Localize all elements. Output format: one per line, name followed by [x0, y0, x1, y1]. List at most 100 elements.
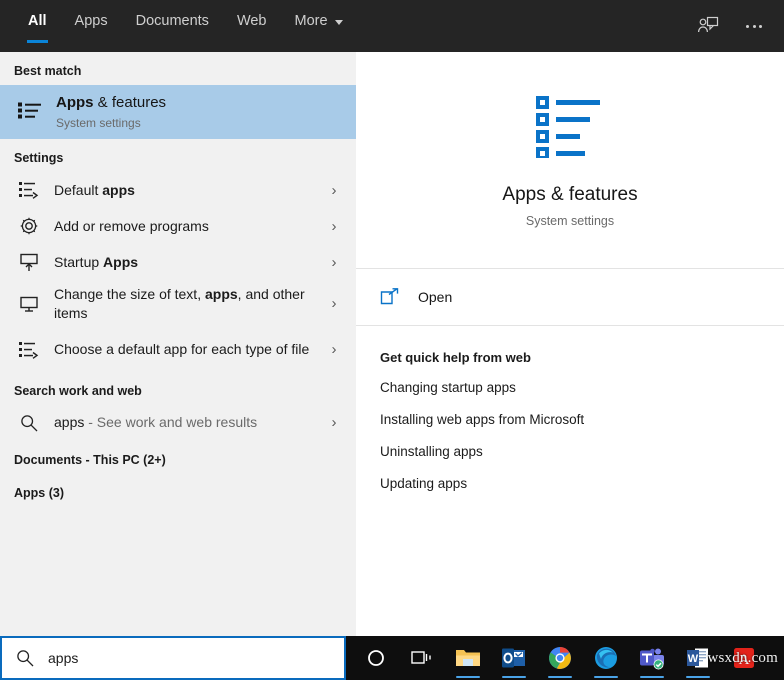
settings-item-change-text-size[interactable]: Change the size of text, apps, and other… [0, 280, 356, 328]
chevron-right-icon: › [324, 218, 344, 235]
search-web-result[interactable]: apps - See work and web results › [0, 405, 356, 441]
list-arrow-icon [14, 335, 44, 365]
label-bold: apps [102, 182, 135, 198]
label-bold: Apps [103, 254, 138, 270]
taskbar-icons: W A [350, 636, 764, 680]
preview-pane: Apps & features System settings Open Get… [356, 52, 784, 636]
settings-item-label: Startup Apps [54, 253, 324, 272]
apps-section-header: Apps (3) [0, 474, 356, 507]
chevron-right-icon: › [324, 414, 344, 431]
list-settings-icon [14, 97, 46, 127]
best-match-title: Apps & features [56, 93, 344, 113]
outlook-icon[interactable] [494, 636, 534, 680]
best-match-result[interactable]: Apps & features System settings [0, 85, 356, 139]
tab-more[interactable]: More [281, 0, 357, 52]
edge-icon[interactable] [586, 636, 626, 680]
settings-header: Settings [0, 139, 356, 172]
search-header: All Apps Documents Web More [0, 0, 784, 52]
settings-item-add-remove-programs[interactable]: Add or remove programs › [0, 208, 356, 244]
file-explorer-icon[interactable] [448, 636, 488, 680]
settings-item-default-apps[interactable]: Default apps › [0, 172, 356, 208]
label-bold: apps [205, 286, 238, 302]
quick-help-section: Get quick help from web Changing startup… [356, 326, 784, 491]
settings-item-label: Change the size of text, apps, and other… [54, 285, 324, 323]
open-action-button[interactable]: Open [356, 269, 784, 325]
results-pane: Best match Apps & features [0, 52, 356, 636]
search-tabs: All Apps Documents Web More [0, 0, 357, 52]
watermark: wsxdn.com [707, 650, 778, 667]
tab-web[interactable]: Web [223, 0, 281, 52]
cortana-icon[interactable] [356, 636, 396, 680]
search-icon [14, 408, 44, 438]
running-indicator [686, 676, 710, 679]
settings-item-choose-default-app[interactable]: Choose a default app for each type of fi… [0, 328, 356, 372]
preview-hero: Apps & features System settings [356, 52, 784, 228]
chevron-right-icon: › [324, 254, 344, 271]
tab-documents-label: Documents [136, 13, 209, 29]
chevron-right-icon: › [324, 182, 344, 199]
tab-all-label: All [28, 13, 47, 29]
svg-text:W: W [688, 653, 699, 665]
running-indicator [640, 676, 664, 679]
more-options-button[interactable] [734, 8, 774, 44]
best-match-text: Apps & features System settings [56, 93, 344, 130]
teams-icon[interactable] [632, 636, 672, 680]
taskbar: apps [0, 636, 784, 680]
tab-apps-label: Apps [75, 13, 108, 29]
quick-help-link-uninstalling-apps[interactable]: Uninstalling apps [380, 444, 784, 459]
label-pre: Change the size of text, [54, 286, 205, 302]
search-web-label: apps - See work and web results [54, 413, 324, 432]
tab-more-label: More [295, 13, 328, 29]
label-pre: Choose a default app for each type of fi… [54, 341, 309, 357]
feedback-button[interactable] [688, 8, 728, 44]
tab-all[interactable]: All [14, 0, 61, 52]
preview-title: Apps & features [356, 184, 784, 206]
chevron-right-icon: › [324, 341, 344, 358]
search-input[interactable]: apps [48, 650, 78, 666]
windows-search-overlay: All Apps Documents Web More [0, 0, 784, 680]
task-view-icon[interactable] [402, 636, 442, 680]
documents-section-header: Documents - This PC (2+) [0, 441, 356, 474]
quick-help-title: Get quick help from web [380, 350, 784, 365]
running-indicator [548, 676, 572, 679]
search-web-header: Search work and web [0, 372, 356, 405]
quick-help-link-updating-apps[interactable]: Updating apps [380, 476, 784, 491]
settings-item-label: Default apps [54, 181, 324, 200]
search-icon [16, 649, 42, 667]
best-match-title-bold: Apps [56, 94, 94, 111]
tab-active-underline [27, 40, 48, 43]
quick-help-link-changing-startup-apps[interactable]: Changing startup apps [380, 380, 784, 395]
monitor-up-icon [14, 247, 44, 277]
label-pre: Default [54, 182, 102, 198]
running-indicator [594, 676, 618, 679]
person-feedback-icon [697, 16, 719, 36]
open-action-label: Open [418, 289, 452, 305]
settings-item-startup-apps[interactable]: Startup Apps › [0, 244, 356, 280]
best-match-subtitle: System settings [56, 115, 344, 131]
list-settings-large-icon [356, 94, 784, 158]
open-external-icon [380, 287, 410, 307]
tab-documents[interactable]: Documents [122, 0, 223, 52]
label-pre: Startup [54, 254, 103, 270]
gear-icon [14, 211, 44, 241]
chrome-icon[interactable] [540, 636, 580, 680]
tab-apps[interactable]: Apps [61, 0, 122, 52]
ellipsis-icon [746, 25, 762, 28]
settings-item-label: Choose a default app for each type of fi… [54, 340, 324, 359]
search-body: Best match Apps & features [0, 52, 784, 636]
settings-item-label: Add or remove programs [54, 217, 324, 236]
header-actions [688, 0, 774, 52]
running-indicator [502, 676, 526, 679]
running-indicator [456, 676, 480, 679]
quick-help-link-installing-web-apps[interactable]: Installing web apps from Microsoft [380, 412, 784, 427]
search-web-query: apps [54, 414, 84, 430]
preview-subtitle: System settings [356, 214, 784, 228]
chevron-down-icon [335, 20, 343, 25]
label-pre: Add or remove programs [54, 218, 209, 234]
monitor-icon [14, 289, 44, 319]
taskbar-search-box[interactable]: apps [0, 636, 346, 680]
search-web-suffix: - See work and web results [84, 414, 257, 430]
tab-web-label: Web [237, 13, 267, 29]
best-match-header: Best match [0, 52, 356, 85]
chevron-right-icon: › [324, 295, 344, 312]
